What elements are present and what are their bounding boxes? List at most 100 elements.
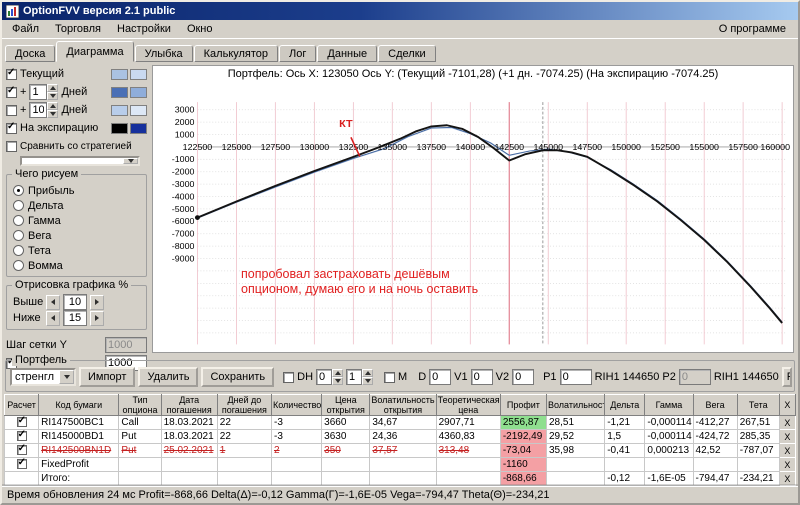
radio-vega[interactable] [13,230,24,241]
tab-deals[interactable]: Сделки [378,45,436,62]
menu-window[interactable]: Окно [179,21,221,37]
below-increase-button[interactable] [90,311,104,326]
plus10-days-input[interactable] [29,102,47,118]
radio-profit-row[interactable]: Прибыль [13,183,142,198]
plus10-color-swatch-2[interactable] [130,105,147,116]
plus10-days-up-button[interactable] [47,102,58,110]
tab-smile[interactable]: Улыбка [135,45,193,62]
table-row[interactable]: RI147500BC1 Call 18.03.2021 22 -3 3660 3… [5,416,796,430]
menu-file[interactable]: Файл [4,21,47,37]
dh-spin1-input[interactable] [316,369,332,385]
table-row[interactable]: FixedProfit -1160 X [5,458,796,472]
header-quantity[interactable]: Количество [271,395,321,416]
below-value-input[interactable] [63,310,87,326]
tab-log[interactable]: Лог [279,45,316,62]
expiry-color-swatch-1[interactable] [111,123,128,134]
plus1-color-swatch-2[interactable] [130,87,147,98]
remove-row-button[interactable]: X [779,416,795,430]
save-button[interactable]: Сохранить [201,367,274,387]
radio-gamma-row[interactable]: Гамма [13,213,142,228]
plus1-days-up-button[interactable] [47,84,58,92]
plus10-days-down-button[interactable] [47,110,58,118]
remove-row-button[interactable]: X [779,444,795,458]
header-volatility[interactable]: Волатильность [547,395,605,416]
remove-row-button[interactable]: X [779,458,795,472]
menu-about[interactable]: О программе [709,21,796,37]
profit-chart[interactable]: 300020001000-1000-2000-3000-4000-5000-60… [153,83,793,352]
header-code[interactable]: Код бумаги [39,395,119,416]
p2-label: P2 [662,371,675,383]
row-calc-checkbox[interactable] [17,417,27,427]
p1-input[interactable] [560,369,592,385]
row-calc-checkbox[interactable] [17,431,27,441]
plus1-color-swatch-1[interactable] [111,87,128,98]
radio-theta-row[interactable]: Тета [13,243,142,258]
calculate-button[interactable]: Рассчитать [782,367,792,387]
radio-vomma-row[interactable]: Вомма [13,258,142,273]
v2-input[interactable] [512,369,534,385]
radio-vomma[interactable] [13,260,24,271]
header-theta[interactable]: Тета [737,395,779,416]
remove-row-button[interactable]: X [779,430,795,444]
radio-theta[interactable] [13,245,24,256]
plus1-days-input[interactable] [29,84,47,100]
header-open-vol[interactable]: Волатильность открытия [370,395,436,416]
menu-settings[interactable]: Настройки [109,21,179,37]
plus1-checkbox[interactable] [6,87,17,98]
above-increase-button[interactable] [90,295,104,310]
table-row[interactable]: RI142500BN1D Put 25.02.2021 1 2 350 37,5… [5,444,796,458]
plus1-days-down-button[interactable] [47,92,58,100]
radio-profit[interactable] [13,185,24,196]
below-decrease-button[interactable] [46,311,60,326]
above-value-input[interactable] [63,294,87,310]
d-input[interactable] [429,369,451,385]
header-theo-price[interactable]: Теоретическая цена [436,395,500,416]
v1-input[interactable] [471,369,493,385]
dh-spin2-input[interactable] [346,369,362,385]
header-vega[interactable]: Вега [693,395,737,416]
current-checkbox[interactable] [6,69,17,80]
dh-spin1-up-button[interactable] [332,369,343,377]
tab-data[interactable]: Данные [317,45,377,62]
dh-spin2-down-button[interactable] [362,377,373,385]
expiry-color-swatch-2[interactable] [130,123,147,134]
m-checkbox[interactable] [384,372,395,383]
tab-diagram[interactable]: Диаграмма [56,41,133,62]
title-bar[interactable]: OptionFVV версия 2.1 public [2,2,798,20]
delete-button[interactable]: Удалить [138,367,198,387]
tab-calculator[interactable]: Калькулятор [194,45,278,62]
dropdown-arrow-icon[interactable] [123,158,138,164]
dh-checkbox[interactable] [283,372,294,383]
expiry-checkbox[interactable] [6,123,17,134]
row-calc-checkbox[interactable] [17,445,27,455]
remove-row-button[interactable]: X [779,472,795,486]
header-profit[interactable]: Профит [500,395,546,416]
header-type[interactable]: Тип опциона [119,395,161,416]
dh-spin1-down-button[interactable] [332,377,343,385]
compare-strategy-checkbox[interactable] [6,141,17,152]
header-days-left[interactable]: Дней до погашения [217,395,271,416]
header-delta[interactable]: Дельта [605,395,645,416]
radio-delta-row[interactable]: Дельта [13,198,142,213]
import-button[interactable]: Импорт [79,367,135,387]
current-color-swatch-1[interactable] [111,69,128,80]
strategy-select[interactable]: стренгл [10,368,76,386]
row-calc-checkbox[interactable] [17,459,27,469]
above-decrease-button[interactable] [46,295,60,310]
radio-delta[interactable] [13,200,24,211]
tab-board[interactable]: Доска [5,45,55,62]
header-gamma[interactable]: Гамма [645,395,693,416]
menu-trading[interactable]: Торговля [47,21,109,37]
compare-strategy-select[interactable] [20,156,140,166]
current-color-swatch-2[interactable] [130,69,147,80]
radio-gamma[interactable] [13,215,24,226]
header-expiry-date[interactable]: Дата погашения [161,395,217,416]
dh-spin2-up-button[interactable] [362,369,373,377]
header-calc[interactable]: Расчет [5,395,39,416]
plus10-color-swatch-1[interactable] [111,105,128,116]
plus10-checkbox[interactable] [6,105,17,116]
radio-vega-row[interactable]: Вега [13,228,142,243]
dropdown-arrow-icon[interactable] [59,370,74,384]
header-open-price[interactable]: Цена открытия [322,395,370,416]
table-row[interactable]: RI145000BD1 Put 18.03.2021 22 -3 3630 24… [5,430,796,444]
